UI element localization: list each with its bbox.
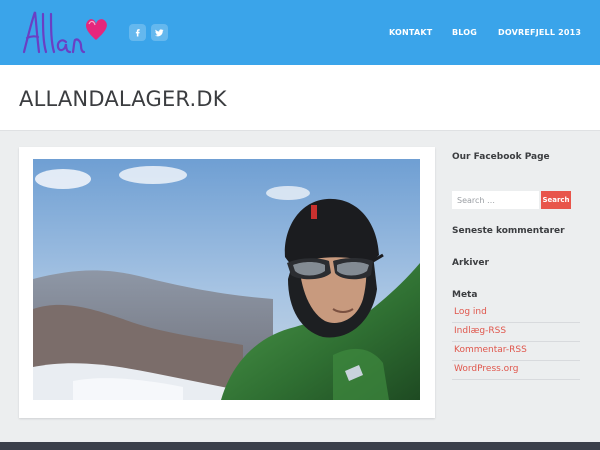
post-featured-image[interactable] — [33, 159, 420, 400]
list-item: Log ind — [452, 304, 580, 323]
list-item: WordPress.org — [452, 361, 580, 380]
widget-title-facebook: Our Facebook Page — [452, 152, 550, 162]
post-card — [19, 147, 435, 418]
site-footer — [0, 442, 600, 450]
meta-link-entries-rss[interactable]: Indlæg-RSS — [454, 326, 506, 336]
list-item: Kommentar-RSS — [452, 342, 580, 361]
meta-link-wordpress-org[interactable]: WordPress.org — [454, 364, 518, 374]
search-input[interactable] — [452, 191, 539, 209]
twitter-button[interactable] — [151, 24, 168, 41]
nav-item-blog[interactable]: BLOG — [452, 28, 477, 37]
nav-item-kontakt[interactable]: KONTAKT — [389, 28, 432, 37]
logo-mark — [22, 11, 107, 54]
widget-title-meta: Meta — [452, 290, 478, 300]
meta-links-list: Log ind Indlæg-RSS Kommentar-RSS WordPre… — [452, 304, 580, 380]
list-item: Indlæg-RSS — [452, 323, 580, 342]
title-band: ALLANDALAGER.DK — [0, 65, 600, 131]
mountaineer-photo — [33, 159, 420, 400]
facebook-button[interactable] — [129, 24, 146, 41]
site-title[interactable]: ALLANDALAGER.DK — [19, 87, 227, 111]
widget-title-recent-comments: Seneste kommentarer — [452, 226, 565, 236]
meta-link-comments-rss[interactable]: Kommentar-RSS — [454, 345, 527, 355]
site-header: KONTAKT BLOG DOVREFJELL 2013 — [0, 0, 600, 65]
facebook-icon — [135, 29, 140, 37]
meta-link-log-ind[interactable]: Log ind — [454, 307, 487, 317]
twitter-icon — [155, 29, 164, 37]
nav-item-dovrefjell-2013[interactable]: DOVREFJELL 2013 — [498, 28, 581, 37]
widget-title-archives: Arkiver — [452, 258, 489, 268]
search-button[interactable]: Search — [541, 191, 571, 209]
site-logo[interactable] — [18, 6, 114, 62]
